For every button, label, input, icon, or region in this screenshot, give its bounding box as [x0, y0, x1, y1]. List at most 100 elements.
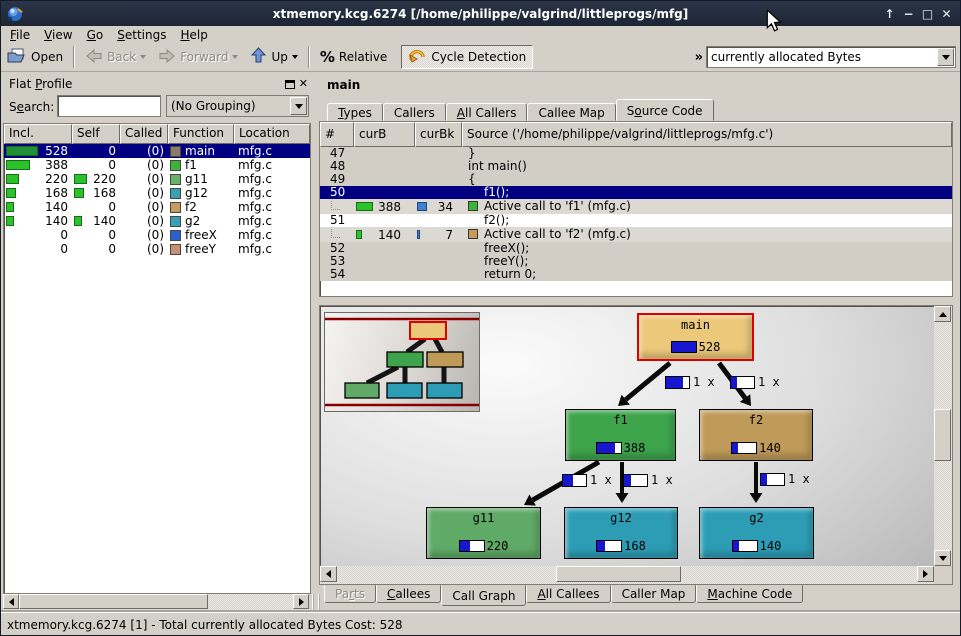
- toolbar-overflow-button[interactable]: »: [695, 50, 703, 65]
- scroll-up-button[interactable]: [934, 306, 951, 322]
- tab-machine-code[interactable]: Machine Code: [696, 585, 803, 603]
- source-column-header[interactable]: curB: [354, 122, 415, 147]
- source-line-50[interactable]: 50f1();: [320, 186, 952, 199]
- forward-button: Forward: [152, 45, 244, 69]
- scroll-thumb[interactable]: [19, 594, 208, 609]
- function-name: g11: [185, 172, 208, 186]
- menu-item-go[interactable]: Go: [80, 27, 111, 43]
- edge-cost-bar: [665, 376, 690, 389]
- node-value-row: 220: [427, 539, 540, 553]
- shade-button[interactable]: ↑: [880, 4, 899, 23]
- graph-node-g11[interactable]: g11220: [426, 507, 541, 559]
- scroll-right-button[interactable]: [293, 594, 309, 609]
- table-row-f2[interactable]: 1400(0)f2mfg.c: [4, 200, 310, 214]
- splitter-handle[interactable]: [312, 594, 320, 610]
- table-row-freeY[interactable]: 00(0)freeYmfg.c: [4, 242, 310, 256]
- column-header-called[interactable]: Called: [120, 124, 168, 144]
- menu-item-settings[interactable]: Settings: [110, 27, 173, 43]
- combo-arrow-icon[interactable]: [937, 48, 954, 66]
- incl-bar: [6, 174, 19, 184]
- scroll-left-button[interactable]: [3, 594, 19, 609]
- tab-types[interactable]: Types: [327, 103, 383, 121]
- table-row-freeX[interactable]: 00(0)freeXmfg.c: [4, 228, 310, 242]
- graph-node-g12[interactable]: g12168: [564, 507, 678, 559]
- minimize-button[interactable]: −: [899, 4, 918, 23]
- table-row-g12[interactable]: 168168(0)g12mfg.c: [4, 186, 310, 200]
- open-button[interactable]: Open: [1, 45, 69, 69]
- grouping-combo[interactable]: (No Grouping): [166, 95, 309, 117]
- called-value: (0): [147, 186, 164, 200]
- tab-caller-map[interactable]: Caller Map: [611, 585, 697, 603]
- scroll-thumb[interactable]: [934, 409, 951, 461]
- menu-item-help[interactable]: Help: [173, 27, 214, 43]
- call-graph-panel: main528f1388f2140g11220g12168g2140 1 x1 …: [319, 305, 953, 585]
- tab-callers[interactable]: Callers: [383, 103, 446, 121]
- incl-value: 168: [45, 186, 68, 200]
- source-line-54[interactable]: 54return 0;: [320, 268, 952, 281]
- source-line-48[interactable]: 48int main(): [320, 160, 952, 173]
- scroll-left-button[interactable]: [320, 566, 337, 582]
- incl-value: 0: [60, 228, 68, 242]
- cell-curb: [354, 242, 415, 255]
- edge-cost-bar: [730, 376, 755, 389]
- up-button[interactable]: Up: [244, 45, 303, 69]
- source-call-row[interactable]: 38834Active call to 'f1' (mfg.c): [320, 199, 952, 214]
- node-label: main: [639, 318, 752, 332]
- call-graph-canvas[interactable]: main528f1388f2140g11220g12168g2140 1 x1 …: [321, 307, 934, 567]
- cost-type-combo[interactable]: currently allocated Bytes: [706, 46, 956, 68]
- cycle-detection-button[interactable]: Cycle Detection: [401, 45, 533, 69]
- column-header-self[interactable]: Self: [72, 124, 120, 144]
- tab-callee-map[interactable]: Callee Map: [527, 103, 615, 121]
- overview-edge: [367, 367, 398, 383]
- cell-incl: 140: [4, 214, 72, 228]
- source-column-header[interactable]: #: [320, 122, 354, 147]
- tab-callees[interactable]: Callees: [376, 585, 441, 603]
- source-line-53[interactable]: 53freeY();: [320, 255, 952, 268]
- tab-source-code[interactable]: Source Code: [616, 99, 714, 121]
- scroll-right-button[interactable]: [917, 566, 934, 582]
- graph-node-g2[interactable]: g2140: [699, 507, 814, 559]
- source-column-header[interactable]: curBk: [415, 122, 462, 147]
- graph-overview-inset[interactable]: [324, 312, 480, 412]
- scroll-thumb[interactable]: [556, 566, 681, 582]
- menu-item-view[interactable]: View: [37, 27, 79, 43]
- dock-float-button[interactable]: [285, 80, 295, 89]
- source-column-header[interactable]: Source ('/home/philippe/valgrind/littlep…: [462, 122, 952, 147]
- column-header-incl[interactable]: Incl.: [4, 124, 72, 144]
- combo-arrow-icon[interactable]: [290, 97, 307, 115]
- tab-all-callers[interactable]: All Callers: [446, 103, 528, 121]
- tab-call-graph[interactable]: Call Graph: [441, 585, 526, 606]
- dock-close-button[interactable]: ✕: [299, 79, 308, 89]
- source-line-49[interactable]: 49{: [320, 173, 952, 186]
- source-call-row[interactable]: 1407Active call to 'f2' (mfg.c): [320, 227, 952, 242]
- cell-called: (0): [120, 158, 168, 172]
- table-row-f1[interactable]: 3880(0)f1mfg.c: [4, 158, 310, 172]
- tab-all-callees[interactable]: All Callees: [526, 585, 610, 603]
- function-color-icon: [170, 230, 181, 241]
- tree-branch-icon: [331, 201, 340, 210]
- called-value: (0): [147, 158, 164, 172]
- called-value: (0): [147, 242, 164, 256]
- flat-profile-hscrollbar[interactable]: [3, 594, 309, 611]
- scroll-down-button[interactable]: [934, 550, 951, 566]
- graph-hscrollbar[interactable]: [320, 566, 934, 584]
- table-row-main[interactable]: 5280(0)mainmfg.c: [4, 144, 310, 158]
- graph-node-main[interactable]: main528: [637, 313, 754, 361]
- column-header-location[interactable]: Location: [234, 124, 310, 144]
- close-button[interactable]: ✕: [937, 4, 956, 23]
- search-input[interactable]: [57, 95, 161, 117]
- table-row-g11[interactable]: 220220(0)g11mfg.c: [4, 172, 310, 186]
- graph-node-f2[interactable]: f2140: [699, 409, 813, 461]
- menu-item-file[interactable]: File: [3, 27, 37, 43]
- maximize-button[interactable]: □: [918, 4, 937, 23]
- overview-node-f2: [427, 352, 463, 367]
- column-header-function[interactable]: Function: [168, 124, 234, 144]
- source-line-51[interactable]: 51f2();: [320, 214, 952, 227]
- source-line-47[interactable]: 47}: [320, 147, 952, 160]
- graph-vscrollbar[interactable]: [934, 306, 952, 566]
- table-row-g2[interactable]: 140140(0)g2mfg.c: [4, 214, 310, 228]
- relative-toggle-button[interactable]: % Relative: [314, 45, 393, 69]
- graph-node-f1[interactable]: f1388: [565, 409, 676, 461]
- source-line-52[interactable]: 52freeX();: [320, 242, 952, 255]
- node-value: 388: [624, 441, 646, 455]
